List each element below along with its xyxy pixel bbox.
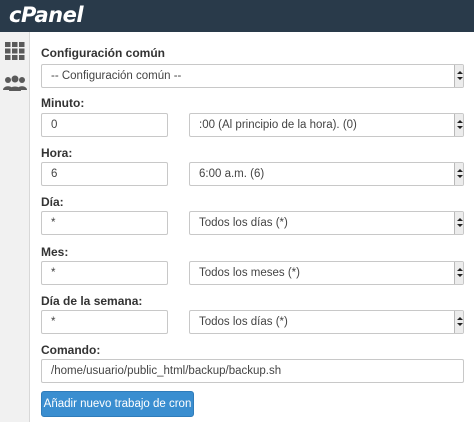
hour-label: Hora: xyxy=(41,146,73,160)
add-cron-job-button[interactable]: Añadir nuevo trabajo de cron xyxy=(41,391,194,417)
month-value: * xyxy=(51,267,56,279)
command-input[interactable]: /home/usuario/public_html/backup/backup.… xyxy=(41,359,464,383)
common-settings-label: Configuración común xyxy=(41,46,165,60)
hour-input[interactable]: 6 xyxy=(41,162,168,186)
month-label: Mes: xyxy=(41,245,69,259)
select-arrow-icon xyxy=(454,163,463,185)
minute-label: Minuto: xyxy=(41,96,85,110)
minute-input[interactable]: 0 xyxy=(41,113,168,137)
day-label: Día: xyxy=(41,195,64,209)
top-bar: cPanel xyxy=(0,0,474,32)
select-arrow-icon xyxy=(454,114,463,136)
select-arrow-icon xyxy=(454,65,463,87)
users-icon xyxy=(3,75,27,91)
hour-select-value: 6:00 a.m. (6) xyxy=(199,168,265,180)
month-select[interactable]: Todos los meses (*) xyxy=(189,261,464,285)
common-settings-select[interactable]: -- Configuración común -- xyxy=(41,64,464,88)
sidebar xyxy=(0,32,30,422)
minute-select[interactable]: :00 (Al principio de la hora). (0) xyxy=(189,113,464,137)
minute-value: 0 xyxy=(51,119,58,131)
weekday-value: * xyxy=(51,316,56,328)
cron-form: Configuración común -- Configuración com… xyxy=(30,32,474,422)
day-select[interactable]: Todos los días (*) xyxy=(189,211,464,235)
day-value: * xyxy=(51,217,56,229)
month-select-value: Todos los meses (*) xyxy=(199,267,300,279)
minute-select-value: :00 (Al principio de la hora). (0) xyxy=(199,119,357,131)
hour-value: 6 xyxy=(51,168,58,180)
common-settings-value: -- Configuración común -- xyxy=(51,70,182,82)
weekday-label: Día de la semana: xyxy=(41,294,143,308)
sidebar-item-home[interactable] xyxy=(3,40,28,66)
hour-select[interactable]: 6:00 a.m. (6) xyxy=(189,162,464,186)
sidebar-item-users[interactable] xyxy=(3,71,28,97)
weekday-select[interactable]: Todos los días (*) xyxy=(189,310,464,334)
command-value: /home/usuario/public_html/backup/backup.… xyxy=(51,365,282,377)
grid-icon xyxy=(5,42,25,60)
day-input[interactable]: * xyxy=(41,211,168,235)
weekday-select-value: Todos los días (*) xyxy=(199,316,288,328)
command-label: Comando: xyxy=(41,343,101,357)
select-arrow-icon xyxy=(454,212,463,234)
select-arrow-icon xyxy=(454,262,463,284)
month-input[interactable]: * xyxy=(41,261,168,285)
select-arrow-icon xyxy=(454,311,463,333)
cpanel-logo[interactable]: cPanel xyxy=(9,3,84,27)
weekday-input[interactable]: * xyxy=(41,310,168,334)
day-select-value: Todos los días (*) xyxy=(199,217,288,229)
